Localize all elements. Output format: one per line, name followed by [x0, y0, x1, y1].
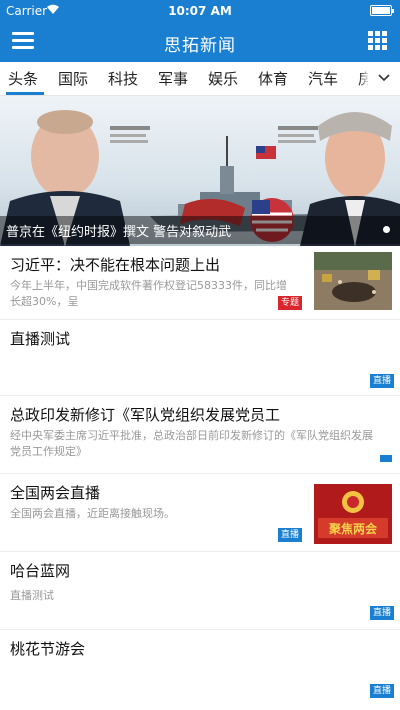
news-title: 桃花节游会 [10, 640, 86, 658]
chevron-down-icon[interactable] [368, 62, 400, 95]
grid-apps-icon[interactable] [368, 31, 388, 51]
news-summary: 今年上半年，中国完成软件著作权登记58333件，同比增 长超30%，呈 [10, 278, 300, 310]
news-summary-line: 今年上半年，中国完成软件著作权登记58333件，同比增 [10, 279, 287, 292]
status-bar: Carrier 10:07 AM [0, 0, 400, 22]
nav-bar: 思拓新闻 [0, 22, 400, 62]
news-summary-line: 直播测试 [10, 589, 54, 602]
news-summary-line: 党员工作规定》 [10, 445, 87, 458]
tab-entertainment[interactable]: 娱乐 [208, 68, 238, 89]
topic-badge: 专题 [278, 296, 303, 310]
tab-auto[interactable]: 汽车 [308, 68, 338, 89]
tab-military[interactable]: 军事 [158, 68, 188, 89]
active-tab-indicator [6, 92, 44, 95]
news-title: 直播测试 [10, 330, 71, 348]
news-title: 习近平：决不能在根本问题上出 [10, 256, 221, 274]
banner-caption: 普京在《纽约时报》撰文 警告对叙动武 [6, 225, 232, 240]
news-item[interactable]: 总政印发新修订《军队党组织发展党员工 经中央军委主席习近平批准，总政治部日前印发… [0, 396, 400, 474]
news-summary: 全国两会直播，近距离接触现场。 [10, 506, 290, 522]
battery-level [372, 7, 390, 14]
news-thumbnail: 聚焦两会 [314, 484, 392, 544]
news-summary-line: 经中央军委主席习近平批准，总政治部日前印发新修订的《军队党组织发展 [10, 429, 373, 442]
tab-tech[interactable]: 科技 [108, 68, 138, 89]
clock: 10:07 AM [168, 4, 232, 18]
news-item[interactable]: 桃花节游会 直播 [0, 630, 400, 710]
live-badge: 直播 [369, 684, 394, 698]
tab-sports[interactable]: 体育 [258, 68, 288, 89]
news-summary: 经中央军委主席习近平批准，总政治部日前印发新修订的《军队党组织发展 党员工作规定… [10, 428, 395, 460]
news-title: 哈台蓝网 [10, 562, 71, 580]
category-tabs: 头条 国际 科技 军事 娱乐 体育 汽车 房 [0, 62, 400, 96]
news-summary: 直播测试 [10, 588, 310, 604]
news-title: 总政印发新修订《军队党组织发展党员工 [10, 406, 281, 424]
news-item[interactable]: 哈台蓝网 直播测试 直播 [0, 552, 400, 630]
tab-international[interactable]: 国际 [58, 68, 88, 89]
news-item[interactable]: 全国两会直播 全国两会直播，近距离接触现场。 直播 聚焦两会 [0, 474, 400, 552]
tab-headlines[interactable]: 头条 [8, 68, 38, 89]
banner-page-dot[interactable] [383, 226, 390, 233]
live-badge: 直播 [369, 374, 394, 388]
live-badge: 直播 [369, 606, 394, 620]
battery-icon [370, 5, 394, 16]
live-badge: 直播 [278, 528, 303, 542]
app-title: 思拓新闻 [164, 36, 236, 56]
news-title: 全国两会直播 [10, 484, 101, 502]
news-summary-line: 长超30%，呈 [10, 295, 79, 308]
news-item[interactable]: 直播测试 直播 [0, 320, 400, 396]
banner-caption-bar: 普京在《纽约时报》撰文 警告对叙动武 [0, 216, 400, 244]
news-thumbnail [314, 252, 392, 310]
news-item[interactable]: 习近平：决不能在根本问题上出 今年上半年，中国完成软件著作权登记58333件，同… [0, 246, 400, 320]
news-summary-line: 全国两会直播，近距离接触现场。 [10, 507, 175, 520]
thumbnail-text: 聚焦两会 [328, 521, 378, 536]
video-icon [380, 455, 392, 462]
